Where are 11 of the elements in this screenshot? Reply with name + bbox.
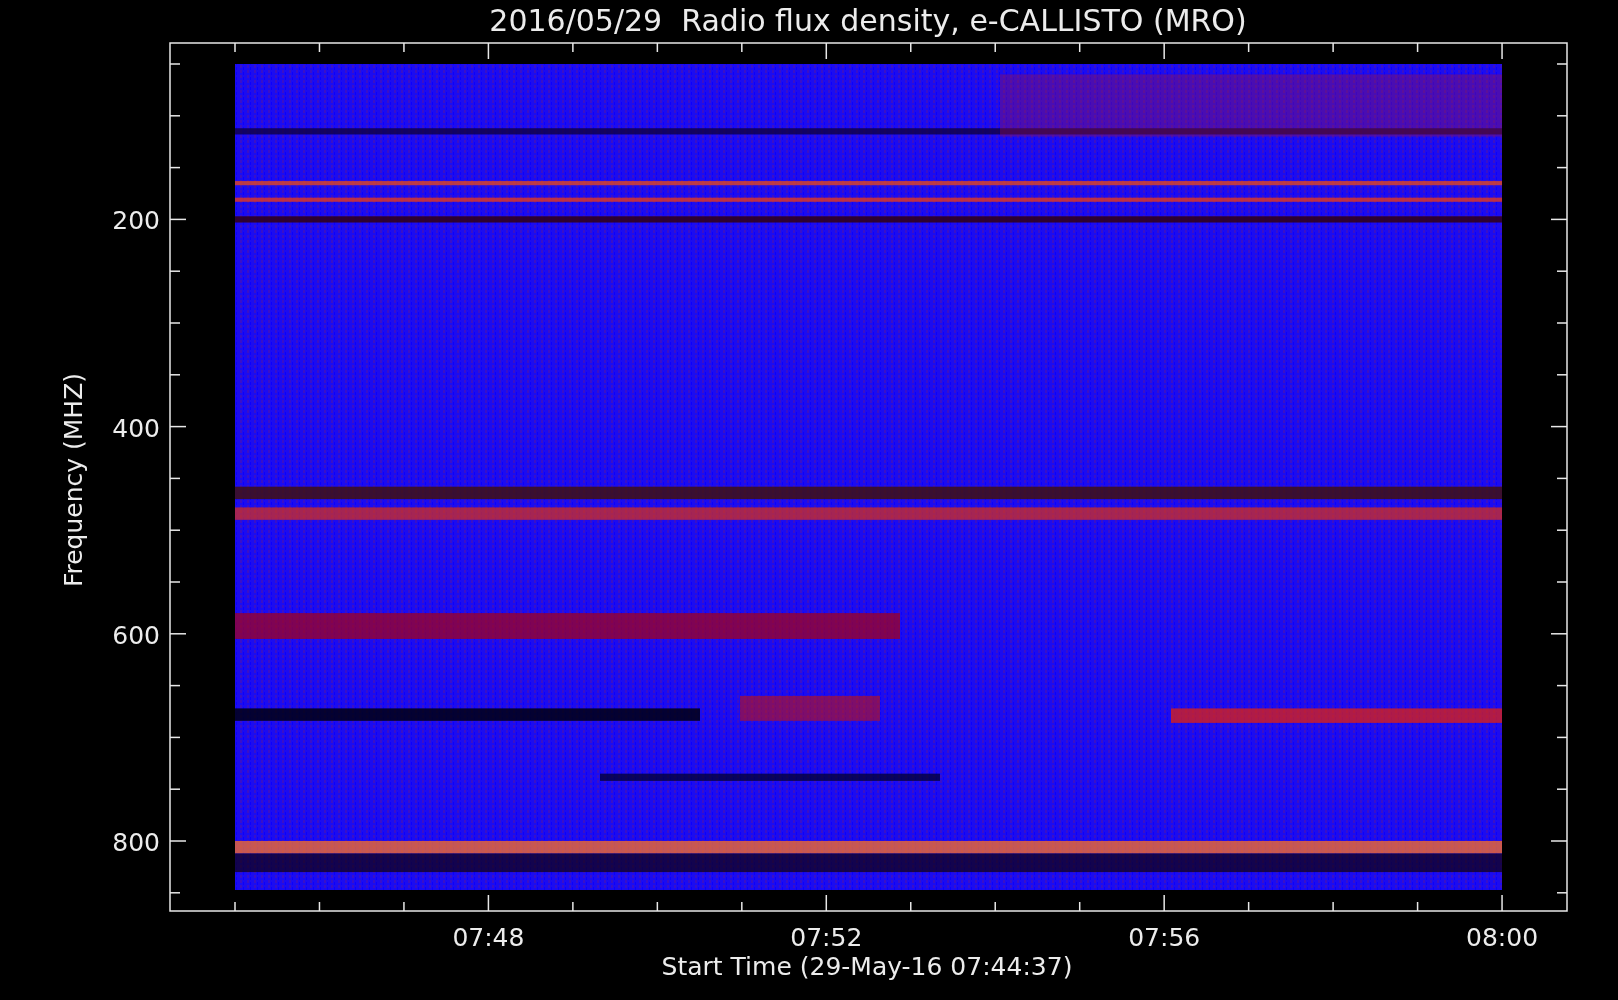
y-tick-label: 600: [112, 620, 160, 650]
chart-title: 2016/05/29 Radio flux density, e-CALLISTO (MRO): [489, 3, 1247, 38]
y-axis-label: Frequency (MHZ): [59, 372, 88, 588]
x-tick-label: 08:00: [1466, 923, 1539, 952]
x-tick-label: 07:48: [452, 923, 525, 952]
y-tick-label: 200: [112, 206, 160, 236]
x-tick-label: 07:52: [790, 923, 863, 952]
x-tick-label: 07:56: [1128, 923, 1201, 952]
y-tick-label: 800: [112, 828, 160, 857]
x-axis-label: Start Time (29-May-16 07:44:37): [661, 952, 1073, 981]
y-tick-label: 400: [112, 413, 160, 443]
